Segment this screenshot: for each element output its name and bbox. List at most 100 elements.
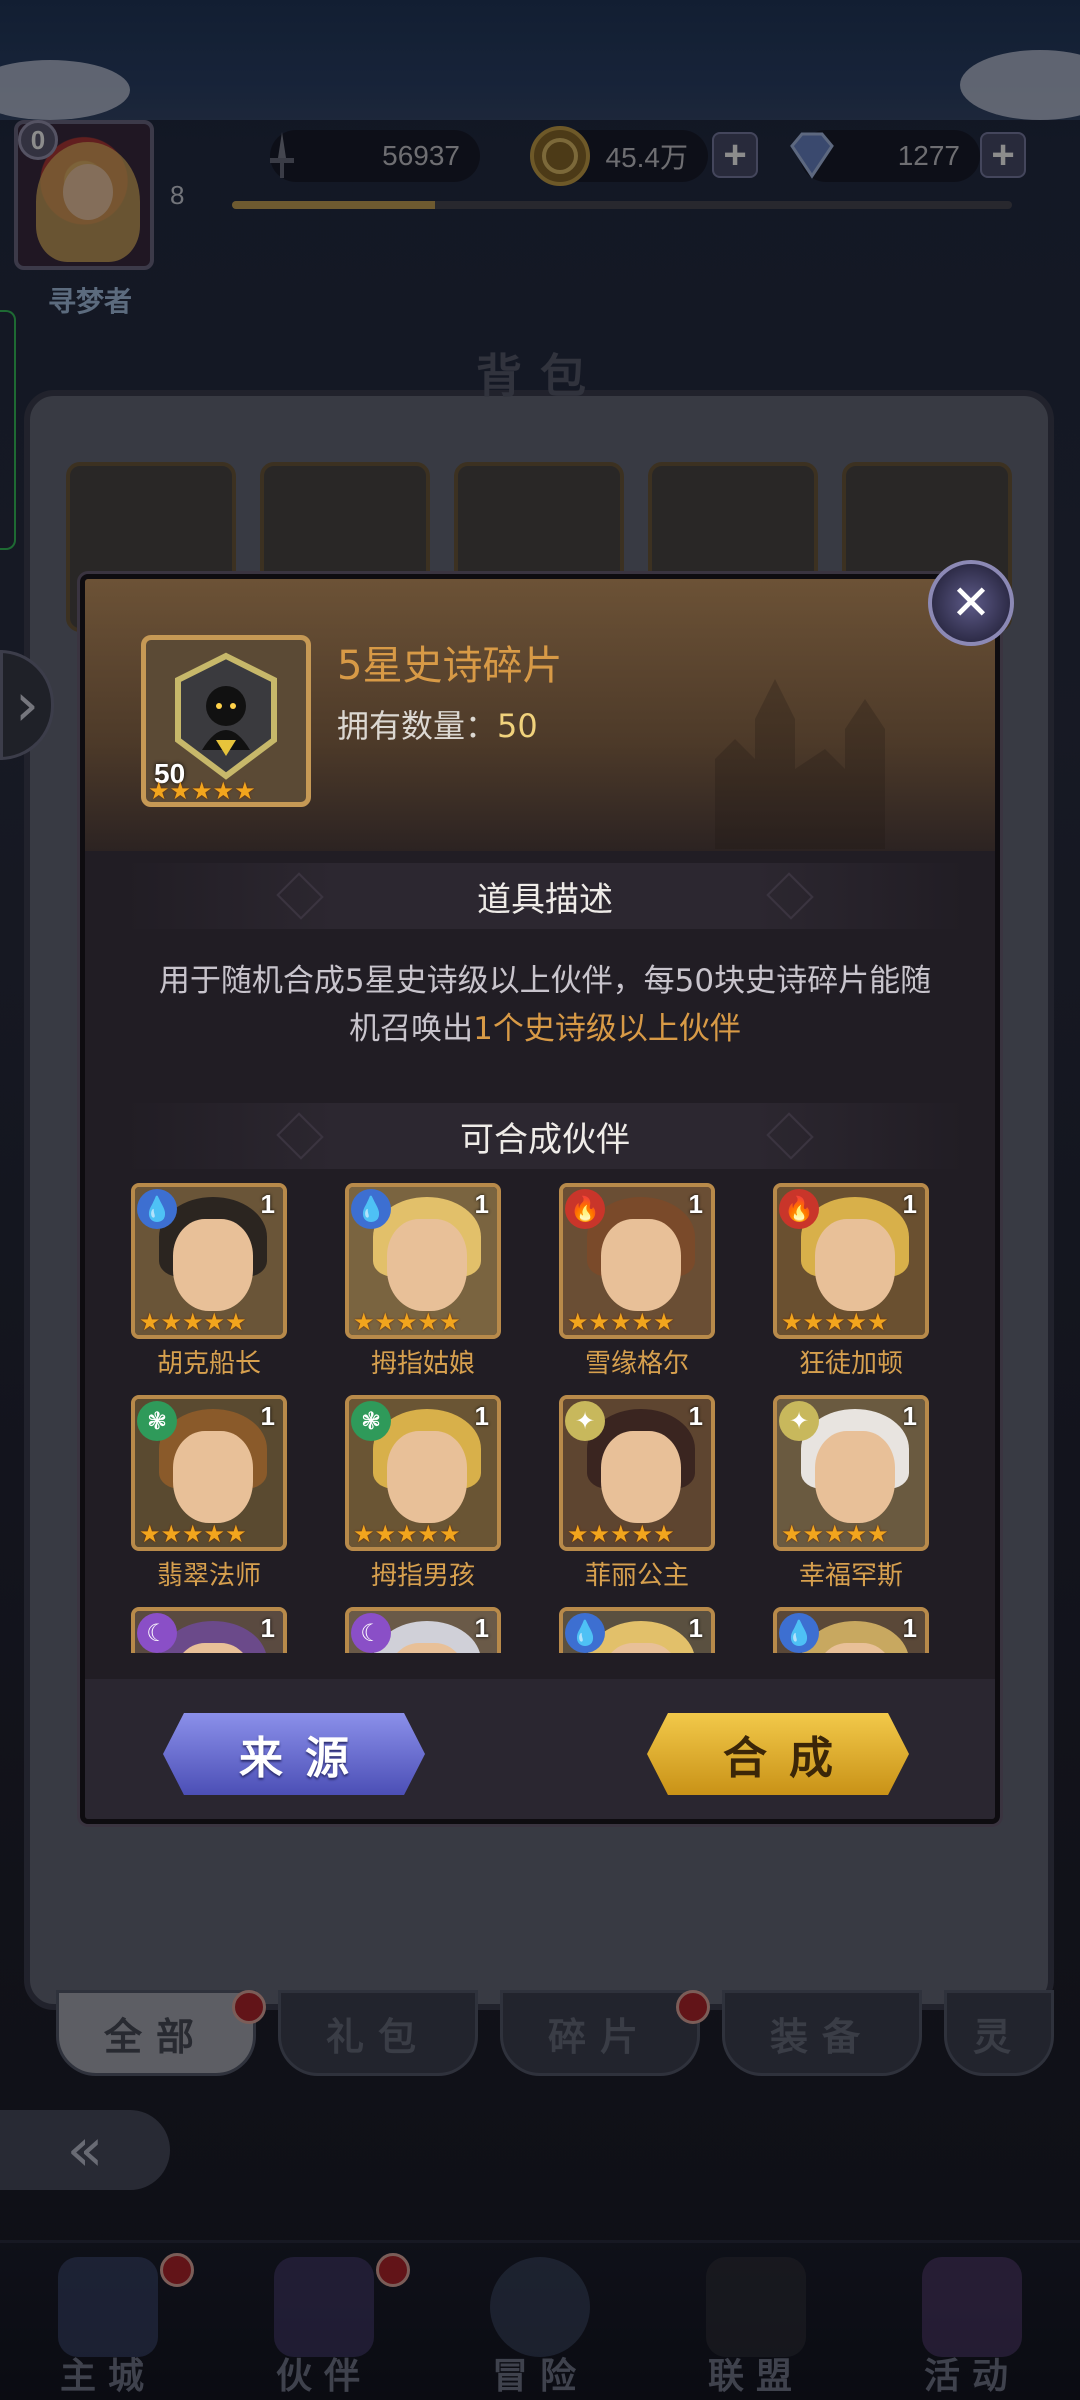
partner-count: 1 [902,1613,917,1643]
item-description: 用于随机合成5星史诗级以上伙伴，每50块史诗碎片能随机召唤出1个史诗级以上伙伴 [145,957,945,1053]
partner-stars: ★ ★ ★ ★ ★ [139,1308,283,1336]
star-icon: ★ [824,1308,846,1336]
partner-stars: ★ ★ ★ ★ ★ [567,1520,711,1548]
partner-portrait: ✦ 1 ★ ★ ★ ★ ★ [559,1395,715,1551]
item-stars: ★ ★ ★ ★ ★ [148,778,296,804]
item-name: 5星史诗碎片 [337,643,563,689]
star-icon: ★ [845,1308,868,1336]
partner-portrait: 🔥 1 ★ ★ ★ ★ ★ [559,1183,715,1339]
star-icon: ★ [439,1520,461,1548]
star-icon: ★ [867,1520,889,1548]
compose-button[interactable]: 合成 [647,1713,909,1795]
partner-stars: ★ ★ ★ ★ ★ [353,1520,497,1548]
wind-element-icon: ❃ [137,1401,177,1441]
partner-name: 幸福罕斯 [798,1561,903,1591]
star-icon: ★ [417,1520,440,1548]
partner-count: 1 [902,1189,917,1219]
partner-card[interactable]: ☾1★★★★★ [345,1607,501,1653]
star-icon: ★ [353,1308,375,1336]
star-icon: ★ [781,1520,803,1548]
star-icon: ★ [160,1520,183,1548]
partner-count: 1 [260,1613,275,1643]
star-icon: ★ [212,777,235,805]
star-icon: ★ [439,1308,461,1336]
star-icon: ★ [374,1308,397,1336]
star-icon: ★ [610,1520,632,1548]
water-element-icon: 💧 [779,1613,819,1653]
partner-stars: ★ ★ ★ ★ ★ [139,1520,283,1548]
portrait-face [601,1219,681,1311]
partner-card[interactable]: ❃ 1 ★ ★ ★ ★ ★ 翡翠法师 [131,1395,287,1605]
item-icon-frame: 50 ★ ★ ★ ★ ★ [141,635,311,807]
star-icon: ★ [191,777,213,805]
partner-portrait: ❃ 1 ★ ★ ★ ★ ★ [131,1395,287,1551]
portrait-face [815,1431,895,1523]
partner-portrait: 💧1★★★★★ [131,1183,287,1339]
star-icon: ★ [588,1520,611,1548]
portrait-face [387,1219,467,1311]
partner-card[interactable]: ☾1★★★★★ [131,1607,287,1653]
item-header: 50 ★ ★ ★ ★ ★ 5星史诗碎片 拥有数量：50 [85,579,995,851]
partner-card[interactable]: ✦ 1 ★ ★ ★ ★ ★ 幸福罕斯 [773,1395,929,1605]
star-icon: ★ [653,1520,675,1548]
star-icon: ★ [610,1308,632,1336]
star-icon: ★ [417,1308,440,1336]
star-icon: ★ [396,1520,418,1548]
water-element-icon: 💧 [137,1189,177,1229]
partner-portrait: ✦ 1 ★ ★ ★ ★ ★ [773,1395,929,1551]
partner-portrait: 💧1★★★★★ [559,1607,715,1653]
partner-card[interactable]: 💧1★★★★★ [773,1607,929,1653]
partner-card[interactable]: 💧1★★★★★ [559,1607,715,1653]
light-element-icon: ✦ [565,1401,605,1441]
partner-name: 雪缘格尔 [584,1349,689,1379]
partner-count: 1 [260,1401,275,1431]
owned-label: 拥有数量： [337,707,498,745]
partner-portrait: 💧1★★★★★ [345,1183,501,1339]
description-title: 道具描述 [477,879,613,920]
partners-title: 可合成伙伴 [460,1119,630,1160]
partner-card[interactable]: 💧 1 ★ ★ ★ ★ ★ 胡克船长 [131,1183,287,1393]
star-icon: ★ [781,1308,803,1336]
partner-grid[interactable]: 💧 1 ★ ★ ★ ★ ★ 胡克船长 💧 1 ★ ★ ★ ★ ★ 拇指姑娘 🔥 1 ★ ★ ★ ★ ★ 雪缘格尔 🔥 1 ★ ★ ★ ★ ★… [85,1183,995,1653]
partner-count: 1 [474,1401,489,1431]
partner-portrait: ❃ 1 ★ ★ ★ ★ ★ [345,1395,501,1551]
portrait-face [173,1431,253,1523]
partner-stars: ★ ★ ★ ★ ★ [781,1520,925,1548]
partner-card[interactable]: 🔥 1 ★ ★ ★ ★ ★ 狂徒加顿 [773,1183,929,1393]
light-element-icon: ✦ [779,1401,819,1441]
star-icon: ★ [567,1308,589,1336]
partner-card[interactable]: ✦ 1 ★ ★ ★ ★ ★ 菲丽公主 [559,1395,715,1605]
fire-element-icon: 🔥 [779,1189,819,1229]
star-icon: ★ [802,1520,825,1548]
source-button[interactable]: 来源 [163,1713,425,1795]
partner-portrait: ☾1★★★★★ [131,1607,287,1653]
star-icon: ★ [653,1308,675,1336]
description-highlight: 1个史诗级以上伙伴 [473,1011,741,1047]
star-icon: ★ [139,1520,161,1548]
star-icon: ★ [588,1308,611,1336]
star-icon: ★ [225,1520,247,1548]
close-icon[interactable]: ✕ [928,560,1014,646]
star-icon: ★ [160,1308,183,1336]
owned-quantity: 拥有数量：50 [337,701,538,747]
star-icon: ★ [824,1520,846,1548]
partner-count: 1 [688,1401,703,1431]
star-icon: ★ [234,777,256,805]
fire-element-icon: 🔥 [565,1189,605,1229]
partner-card[interactable]: 💧 1 ★ ★ ★ ★ ★ 拇指姑娘 [345,1183,501,1393]
dark-element-icon: ☾ [137,1613,177,1653]
partner-count: 1 [474,1613,489,1643]
partners-header: 可合成伙伴 [125,1103,965,1169]
partner-stars: ★ ★ ★ ★ ★ [781,1308,925,1336]
partner-card[interactable]: 🔥 1 ★ ★ ★ ★ ★ 雪缘格尔 [559,1183,715,1393]
description-header: 道具描述 [125,863,965,929]
star-icon: ★ [567,1520,589,1548]
portrait-face [387,1431,467,1523]
partner-name: 拇指姑娘 [370,1349,475,1379]
water-element-icon: 💧 [565,1613,605,1653]
star-icon: ★ [631,1520,654,1548]
partner-card[interactable]: ❃ 1 ★ ★ ★ ★ ★ 拇指男孩 [345,1395,501,1605]
star-icon: ★ [845,1520,868,1548]
item-detail-dialog: 50 ★ ★ ★ ★ ★ 5星史诗碎片 拥有数量：50 道具描述 用于随机合成5星史诗级… [80,574,1000,1824]
castle-silhouette-decoration [715,679,885,849]
